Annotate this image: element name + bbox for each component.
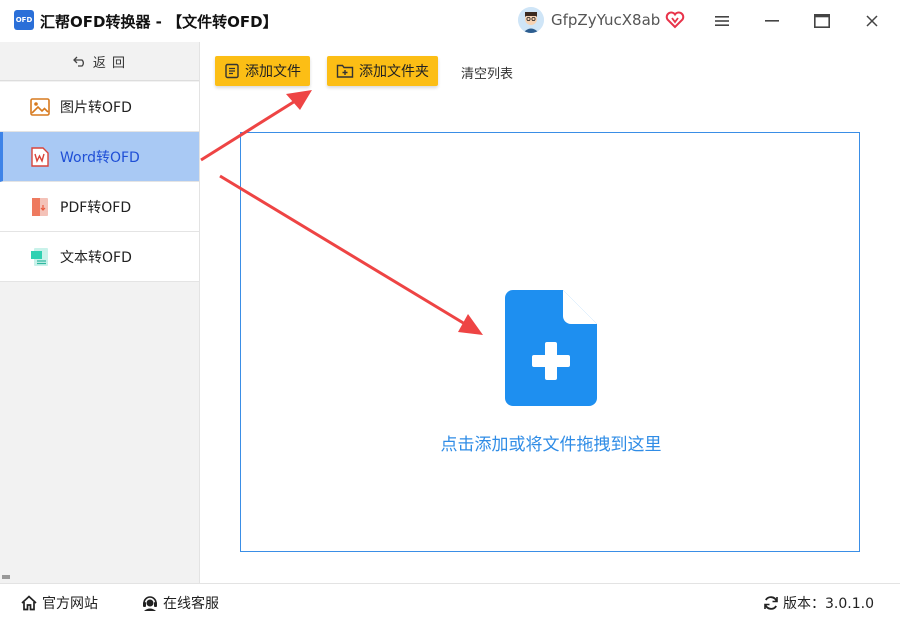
home-icon [21, 595, 37, 611]
footer: 官方网站 在线客服 版本：3.0.1.0 [0, 583, 900, 617]
sidebar: 返 回 图片转OFD Word转OFD PDF转OFD 文本转OFD [0, 42, 200, 583]
title-bar: OFD 汇帮OFD转换器 - 【文件转OFD】 GfpZyYucX8ab [0, 0, 900, 42]
sidebar-item-label: 图片转OFD [60, 99, 132, 116]
close-button[interactable] [859, 8, 885, 34]
window-title: 汇帮OFD转换器 - 【文件转OFD】 [40, 13, 278, 31]
minimize-button[interactable] [759, 8, 785, 34]
file-list-icon [225, 63, 239, 79]
version-info: 版本：3.0.1.0 [763, 593, 874, 613]
official-website-link[interactable]: 官方网站 [20, 593, 98, 613]
add-file-button[interactable]: 添加文件 [215, 56, 310, 86]
add-folder-label: 添加文件夹 [359, 64, 429, 80]
customer-service-icon [143, 596, 157, 611]
sidebar-item-word-to-ofd[interactable]: Word转OFD [0, 132, 199, 182]
file-add-icon [505, 290, 597, 406]
sidebar-item-text-to-ofd[interactable]: 文本转OFD [0, 232, 199, 282]
folder-add-icon [336, 64, 354, 78]
minimize-icon [765, 20, 779, 22]
app-logo: OFD [14, 10, 34, 30]
hamburger-menu-icon [715, 16, 729, 26]
file-drop-zone[interactable]: 点击添加或将文件拖拽到这里 [240, 132, 860, 552]
back-arrow-icon [73, 56, 84, 67]
maximize-icon [814, 14, 830, 28]
online-support-label: 在线客服 [163, 596, 219, 612]
word-icon [30, 146, 50, 167]
online-support-link[interactable]: 在线客服 [141, 593, 219, 613]
official-website-label: 官方网站 [42, 596, 98, 612]
back-button[interactable]: 返 回 [0, 42, 199, 81]
sidebar-item-pdf-to-ofd[interactable]: PDF转OFD [0, 182, 199, 232]
user-avatar[interactable] [518, 7, 544, 33]
add-folder-button[interactable]: 添加文件夹 [327, 56, 438, 86]
username[interactable]: GfpZyYucX8ab [551, 11, 660, 29]
sidebar-scrollbar[interactable] [2, 575, 10, 579]
menu-button[interactable] [709, 8, 735, 34]
close-icon [866, 15, 878, 27]
vip-heart-icon[interactable] [665, 10, 685, 30]
clear-list-button[interactable]: 清空列表 [461, 63, 513, 82]
image-icon [30, 97, 50, 117]
sidebar-item-label: 文本转OFD [60, 249, 132, 266]
pdf-icon [30, 197, 50, 217]
refresh-icon [764, 596, 778, 610]
add-file-label: 添加文件 [245, 64, 301, 80]
text-file-icon [30, 247, 50, 267]
drop-hint-text: 点击添加或将文件拖拽到这里 [440, 435, 662, 455]
sidebar-item-label: Word转OFD [60, 149, 140, 166]
maximize-button[interactable] [809, 8, 835, 34]
back-label: 返 回 [92, 55, 127, 71]
sidebar-item-image-to-ofd[interactable]: 图片转OFD [0, 82, 199, 132]
version-label: 版本：3.0.1.0 [783, 596, 874, 612]
sidebar-item-label: PDF转OFD [60, 199, 132, 216]
